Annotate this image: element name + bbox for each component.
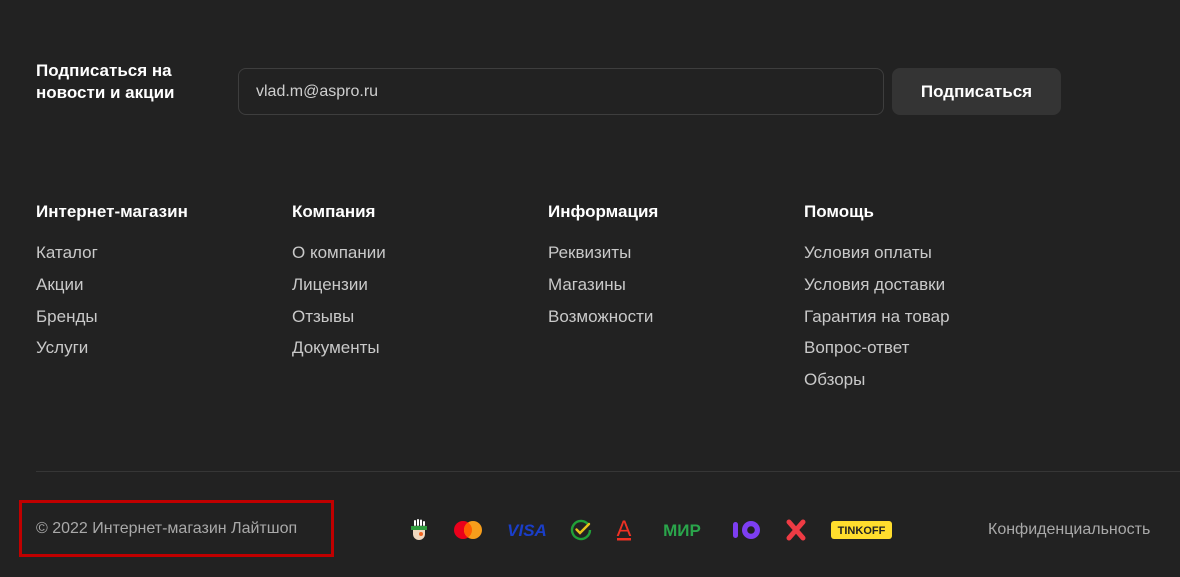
footer-link-about[interactable]: О компании: [292, 242, 532, 264]
column-title: Интернет-магазин: [36, 202, 188, 221]
mastercard-icon: [453, 514, 483, 546]
footer-column-company: Компания О компании Лицензии Отзывы Доку…: [292, 201, 532, 369]
email-field[interactable]: [238, 68, 884, 115]
footer-link-brands[interactable]: Бренды: [36, 306, 276, 328]
footer-link-features[interactable]: Возможности: [548, 306, 788, 328]
footer-link-warranty[interactable]: Гарантия на товар: [804, 306, 1044, 328]
footer-link-catalog[interactable]: Каталог: [36, 242, 276, 264]
footer-link-stores[interactable]: Магазины: [548, 274, 788, 296]
visa-text: VISA: [507, 521, 547, 540]
footer-link-reviews[interactable]: Отзывы: [292, 306, 532, 328]
mir-icon: МИР: [655, 514, 709, 546]
subscribe-title: Подписаться на новости и акции: [36, 61, 175, 102]
footer-column-help: Помощь Условия оплаты Условия доставки Г…: [804, 201, 1044, 401]
column-title: Информация: [548, 202, 659, 221]
footer-link-licenses[interactable]: Лицензии: [292, 274, 532, 296]
alfabank-text: А: [617, 518, 632, 541]
footer-link-payment-terms[interactable]: Условия оплаты: [804, 242, 1044, 264]
qiwi-icon: [408, 514, 430, 546]
column-title: Компания: [292, 202, 376, 221]
tinkoff-text: TINKOFF: [838, 525, 886, 537]
footer-link-documents[interactable]: Документы: [292, 337, 532, 359]
footer-divider: [36, 471, 1180, 472]
footer-link-requisites[interactable]: Реквизиты: [548, 242, 788, 264]
privacy-link[interactable]: Конфиденциальность: [988, 519, 1150, 541]
yoomoney-icon: [732, 514, 762, 546]
tinkoff-icon: TINKOFF: [831, 514, 892, 546]
footer-link-delivery-terms[interactable]: Условия доставки: [804, 274, 1044, 296]
footer-link-services[interactable]: Услуги: [36, 337, 276, 359]
subscribe-button[interactable]: Подписаться: [892, 68, 1061, 115]
footer-column-info: Информация Реквизиты Магазины Возможност…: [548, 201, 788, 337]
sberpay-icon: [570, 514, 592, 546]
halva-icon: [785, 514, 807, 546]
footer-link-reviews-articles[interactable]: Обзоры: [804, 369, 1044, 391]
mir-text: МИР: [663, 521, 701, 540]
visa-icon: VISA: [506, 514, 548, 546]
footer-link-promotions[interactable]: Акции: [36, 274, 276, 296]
column-title: Помощь: [804, 202, 874, 221]
footer-column-shop: Интернет-магазин Каталог Акции Бренды Ус…: [36, 201, 276, 369]
footer-link-faq[interactable]: Вопрос-ответ: [804, 337, 1044, 359]
alfabank-icon: А: [615, 514, 633, 546]
